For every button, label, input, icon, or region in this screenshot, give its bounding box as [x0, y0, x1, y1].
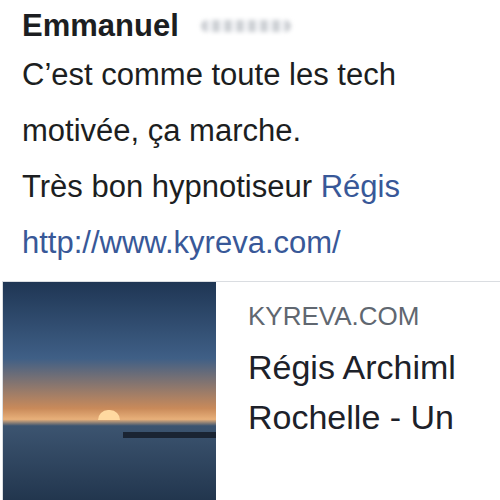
comment-link[interactable]: Régis: [321, 169, 400, 204]
comment-screen: Emmanuel C’est comme toute les tech motivé…: [0, 0, 500, 500]
preview-info: KYREVA.COM Régis ArchimlRochelle - Un: [216, 282, 500, 500]
comment-line: C’est comme toute les tech: [22, 47, 500, 103]
comment-header: Emmanuel: [0, 0, 500, 47]
comment-line: Très bon hypnotiseur Régis: [22, 159, 500, 215]
comment-link[interactable]: http://www.kyreva.com/: [22, 225, 341, 260]
link-preview-card[interactable]: KYREVA.COM Régis ArchimlRochelle - Un: [2, 281, 500, 500]
comment-text: motivée, ça marche.: [22, 113, 301, 148]
comment-text: C’est comme toute les tech: [22, 57, 396, 92]
redacted-name: [201, 20, 291, 32]
preview-image: [3, 282, 216, 500]
sun-shape: [98, 410, 120, 420]
comment-line: http://www.kyreva.com/: [22, 215, 500, 271]
comment-text: Très bon hypnotiseur: [22, 169, 321, 204]
preview-domain: KYREVA.COM: [248, 298, 500, 334]
preview-title-line[interactable]: Régis Archiml: [248, 342, 500, 392]
comment-line: motivée, ça marche.: [22, 103, 500, 159]
comment-body: C’est comme toute les tech motivée, ça ma…: [0, 47, 500, 271]
preview-title-line[interactable]: Rochelle - Un: [248, 392, 500, 442]
author-name[interactable]: Emmanuel: [22, 6, 179, 46]
pier-shape: [123, 432, 216, 438]
